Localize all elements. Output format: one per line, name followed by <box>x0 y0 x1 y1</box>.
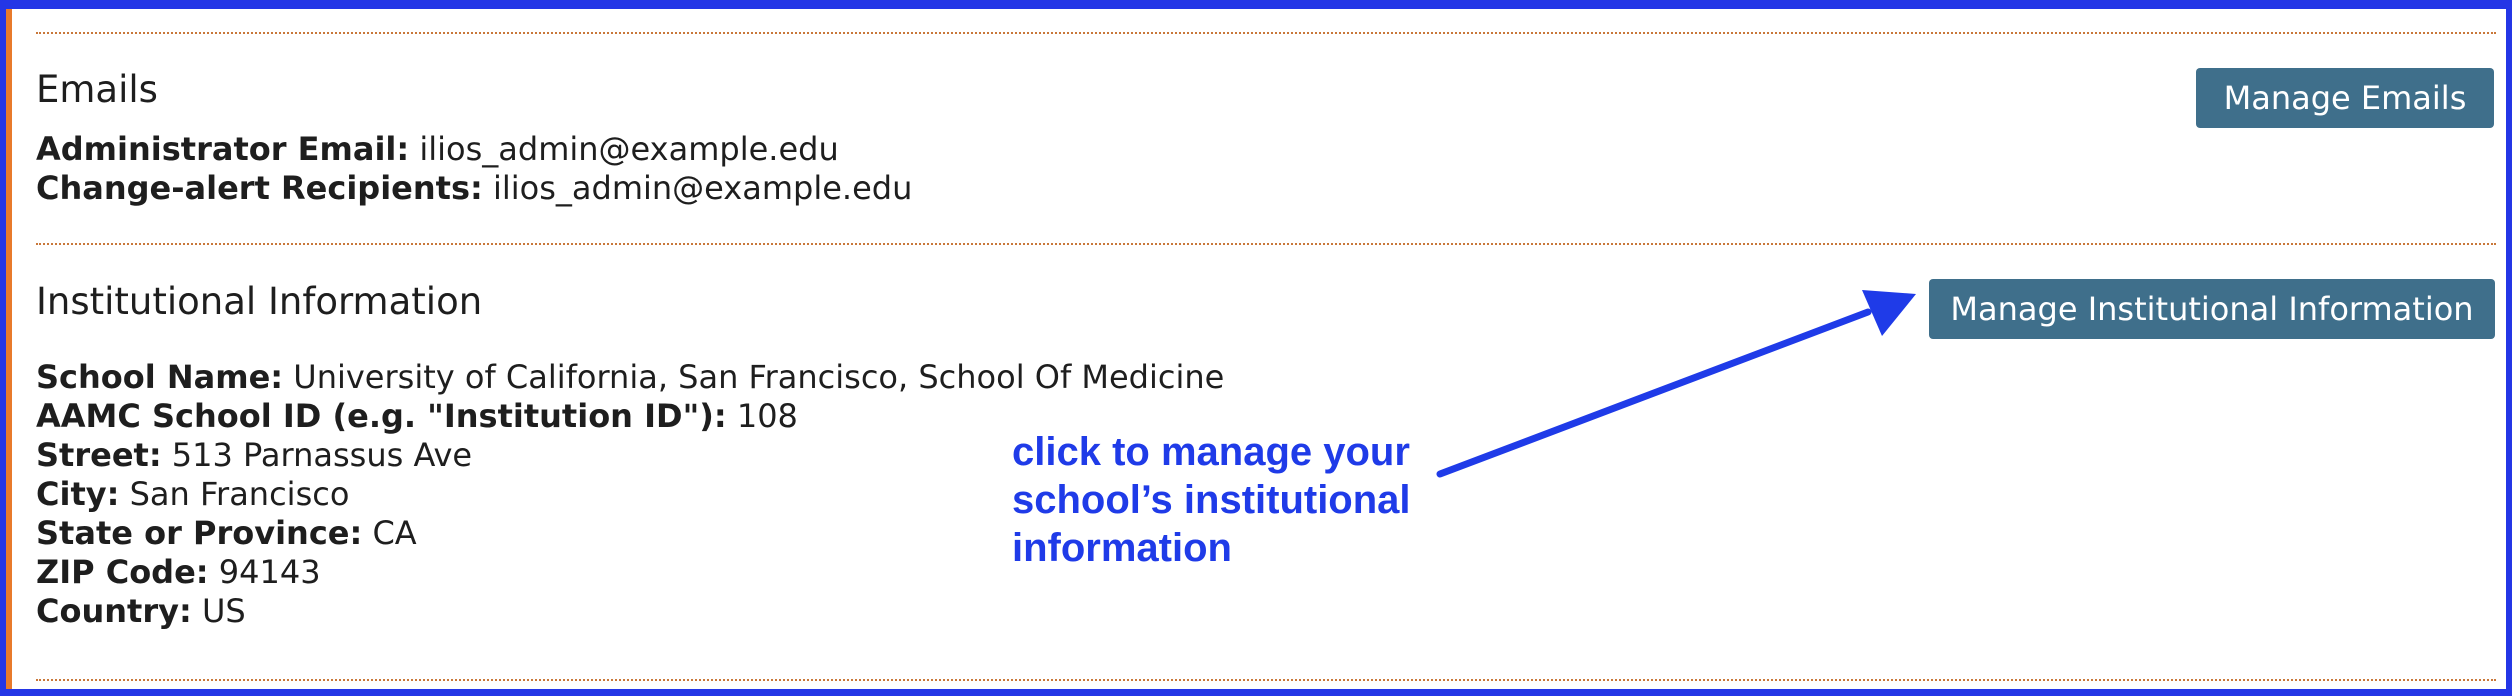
annotation-arrow-shaft <box>1436 308 1872 478</box>
annotation-arrow-icon <box>1436 290 1916 478</box>
